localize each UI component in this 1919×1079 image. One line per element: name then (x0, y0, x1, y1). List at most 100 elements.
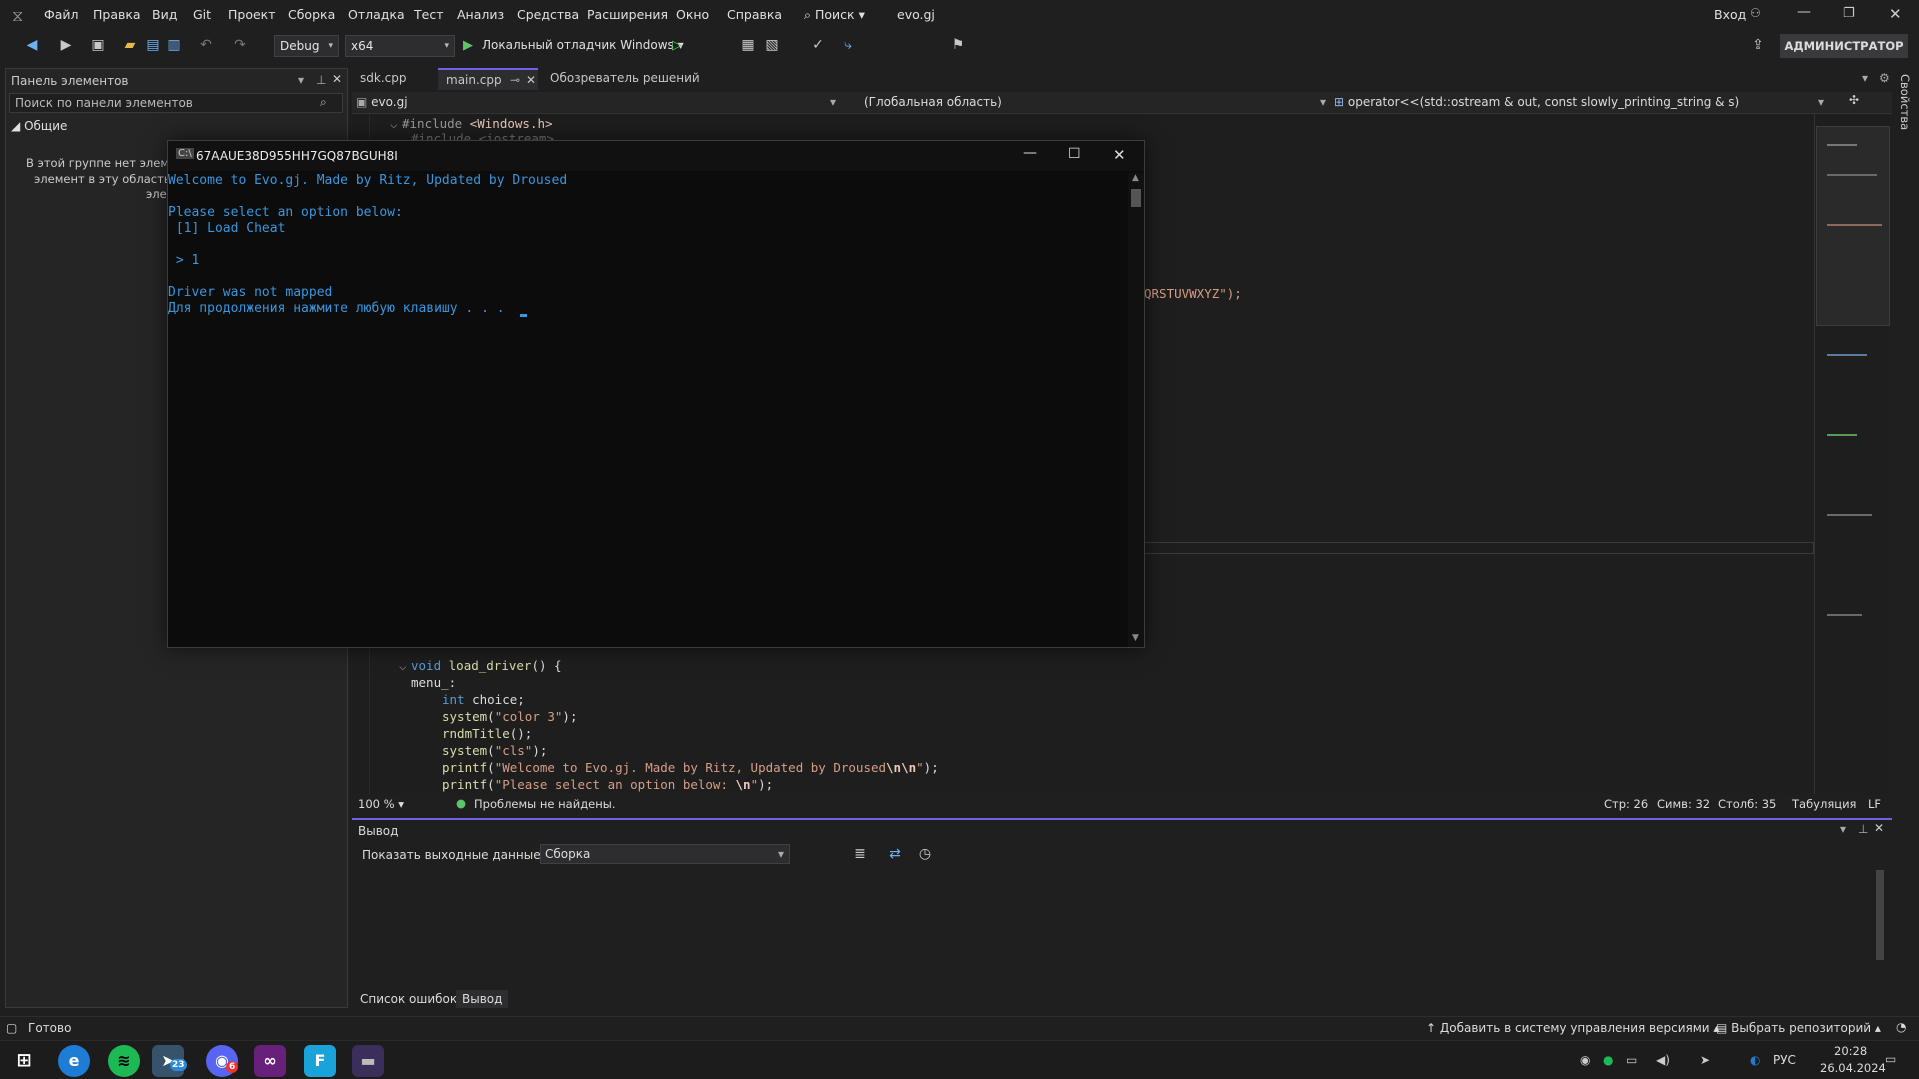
app-f-icon[interactable]: F (304, 1045, 336, 1077)
tray-volume-icon[interactable]: ◀) (1656, 1053, 1670, 1067)
menu-window[interactable]: Окно (676, 7, 709, 22)
menu-test[interactable]: Тест (414, 7, 443, 22)
redo-icon[interactable]: ↷ (232, 37, 248, 53)
close-button[interactable]: ✕ (1889, 5, 1902, 23)
close-tab-icon[interactable]: ✕ (526, 70, 536, 91)
step-icon[interactable]: ⤷ (840, 37, 856, 53)
tray-network-icon[interactable]: ▭ (1626, 1053, 1637, 1067)
output-scrollbar[interactable] (1876, 870, 1884, 960)
tab-mode[interactable]: Табуляция (1792, 797, 1856, 811)
undo-icon[interactable]: ↶ (198, 37, 214, 53)
save-icon[interactable]: ▤ (145, 37, 161, 53)
add-vcs-button[interactable]: ↑ Добавить в систему управления версиями… (1426, 1021, 1719, 1035)
clear-all-icon[interactable]: ≣ (852, 846, 868, 862)
tab-error-list[interactable]: Список ошибок (360, 992, 457, 1006)
close-panel-icon[interactable]: ✕ (1874, 821, 1884, 835)
account-icon[interactable]: ⚇ (1750, 6, 1761, 20)
menu-git[interactable]: Git (193, 7, 211, 22)
console-scroll-thumb[interactable] (1131, 189, 1141, 207)
pin-icon[interactable]: ⊥ (1858, 822, 1868, 836)
menu-tools[interactable]: Средства (517, 7, 579, 22)
settings-icon[interactable]: ⚙ (1879, 71, 1890, 85)
bookmark-icon[interactable]: ⚑ (950, 37, 966, 53)
search-button[interactable]: ⌕ Поиск ▾ (804, 7, 865, 23)
menu-view[interactable]: Вид (152, 7, 177, 22)
language-indicator[interactable]: РУС (1773, 1053, 1796, 1067)
edge-icon[interactable]: e (58, 1045, 90, 1077)
tab-overflow-icon[interactable]: ▾ (1862, 71, 1868, 85)
pin-icon[interactable]: ⊥ (316, 73, 326, 87)
tray-telegram-icon[interactable]: ➤ (1700, 1053, 1710, 1067)
platform-dropdown[interactable]: x64 ▾ (345, 35, 455, 57)
spell-icon[interactable]: ✓ (810, 37, 826, 53)
new-project-icon[interactable]: ▣ (90, 37, 106, 53)
restore-button[interactable]: ❐ (1843, 6, 1855, 21)
tray-discord-icon[interactable]: ◉ (1580, 1053, 1590, 1067)
config-dropdown[interactable]: Debug ▾ (274, 35, 339, 57)
clock-date[interactable]: 26.04.2024 (1820, 1061, 1886, 1075)
col-number[interactable]: Столб: 35 (1718, 797, 1776, 811)
tab-sdk-cpp[interactable]: sdk.cpp (352, 68, 414, 90)
console-title-bar[interactable]: C:\ 67AAUE38D955HH7GQ87BGUH8I — ☐ ✕ (168, 141, 1144, 171)
console-maximize-button[interactable]: ☐ (1068, 146, 1081, 162)
line-number[interactable]: Стр: 26 (1604, 797, 1648, 811)
menu-extensions[interactable]: Расширения (587, 7, 668, 22)
project-dropdown[interactable]: ▣ evo.gj ▾ (356, 95, 836, 109)
console-window[interactable]: C:\ 67AAUE38D955HH7GQ87BGUH8I — ☐ ✕ Welc… (167, 140, 1145, 648)
save-all-icon[interactable]: ▥ (166, 37, 182, 53)
panel-menu-icon[interactable]: ▾ (1840, 822, 1846, 836)
layout-icon[interactable]: ▧ (764, 37, 780, 53)
tab-output[interactable]: Вывод (456, 990, 509, 1008)
notification-bell-icon[interactable]: ◔ (1896, 1020, 1906, 1034)
toolbox-search-input[interactable]: Поиск по панели элементов ⌕ (9, 93, 343, 113)
menu-project[interactable]: Проект (228, 7, 276, 22)
menu-edit[interactable]: Правка (93, 7, 141, 22)
console-close-button[interactable]: ✕ (1113, 146, 1126, 164)
back-icon[interactable]: ◀ (24, 37, 40, 53)
zoom-dropdown[interactable]: 100 % ▾ (358, 797, 404, 811)
properties-tab[interactable]: Свойства (1898, 74, 1912, 130)
tab-solution-explorer[interactable]: Обозреватель решений (542, 68, 708, 90)
forward-icon[interactable]: ▶ (58, 37, 74, 53)
windows-start-icon[interactable]: ⊞ (8, 1045, 40, 1077)
discord-icon[interactable]: ◉ 6 (206, 1045, 239, 1077)
panel-menu-icon[interactable]: ▾ (298, 73, 304, 87)
fold-icon[interactable]: ⌵ (399, 658, 407, 673)
scope-dropdown[interactable]: (Глобальная область) ▾ (864, 95, 1326, 109)
char-number[interactable]: Симв: 32 (1657, 797, 1710, 811)
group-general[interactable]: ◢ Общие (11, 119, 67, 133)
tray-spotify-icon[interactable]: ● (1603, 1053, 1613, 1067)
clock-time[interactable]: 20:28 (1834, 1044, 1867, 1058)
telegram-icon[interactable]: ➤ 23 (152, 1045, 187, 1077)
line-ending[interactable]: LF (1868, 797, 1881, 811)
split-icon[interactable]: ✣ (1849, 93, 1859, 107)
browse-icon[interactable]: ▦ (740, 37, 756, 53)
console-window-icon[interactable]: ▬ (352, 1045, 384, 1077)
minimap-viewport[interactable] (1816, 126, 1890, 326)
login-link[interactable]: Вход (1714, 7, 1746, 22)
close-panel-icon[interactable]: ✕ (332, 72, 342, 86)
word-wrap-icon[interactable]: ⇄ (887, 846, 903, 862)
admin-badge[interactable]: АДМИНИСТРАТОР (1780, 34, 1908, 58)
clock-icon[interactable]: ◷ (917, 846, 933, 862)
share-icon[interactable]: ⇪ (1750, 37, 1766, 53)
menu-build[interactable]: Сборка (288, 7, 335, 22)
minimize-button[interactable]: — (1797, 4, 1811, 20)
tab-main-cpp[interactable]: main.cpp ⊸ ✕ (438, 68, 538, 90)
scroll-up-icon[interactable]: ▲ (1132, 173, 1139, 183)
scroll-down-icon[interactable]: ▼ (1132, 633, 1139, 643)
pin-icon[interactable]: ⊸ (510, 70, 520, 91)
run-debugger-button[interactable]: Локальный отладчик Windows ▾ (482, 38, 684, 52)
menu-debug[interactable]: Отладка (348, 7, 405, 22)
output-source-dropdown[interactable]: Сборка ▾ (540, 844, 790, 864)
menu-file[interactable]: Файл (44, 7, 79, 22)
play-icon[interactable]: ▶ (463, 38, 473, 53)
menu-analyze[interactable]: Анализ (457, 7, 504, 22)
visual-studio-icon[interactable]: ∞ (254, 1045, 286, 1077)
member-dropdown[interactable]: ⊞ operator<<(std::ostream & out, const s… (1334, 95, 1824, 109)
run-without-debug-icon[interactable]: ▷ (672, 38, 682, 53)
console-minimize-button[interactable]: — (1023, 145, 1037, 161)
spotify-icon[interactable]: ≋ (108, 1045, 140, 1077)
issues-status[interactable]: Проблемы не найдены. (474, 797, 615, 811)
code-minimap[interactable] (1814, 114, 1890, 794)
